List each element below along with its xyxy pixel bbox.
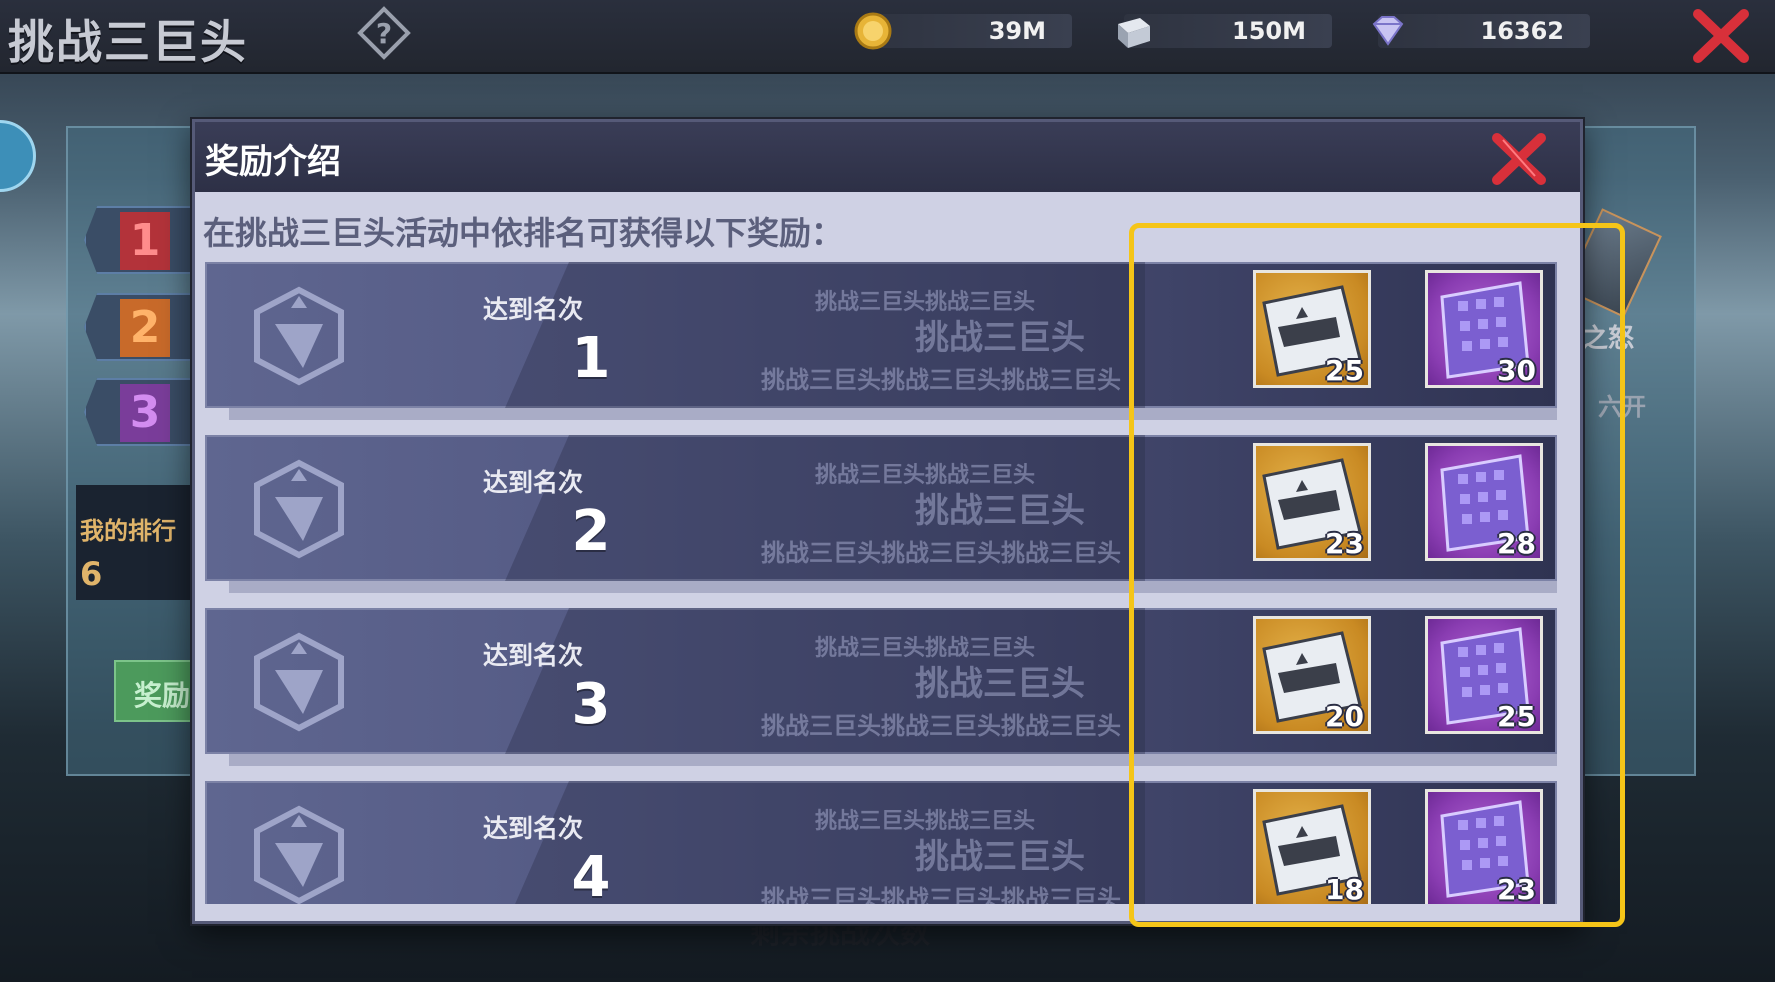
dialog-title: 奖励介绍 [205, 142, 341, 182]
reward-row: 挑战三巨头挑战三巨头 挑战三巨头 挑战三巨头挑战三巨头挑战三巨头 达到名次 1 … [205, 262, 1557, 420]
reward-row: 挑战三巨头挑战三巨头 挑战三巨头 挑战三巨头挑战三巨头挑战三巨头 达到名次 3 … [205, 608, 1557, 766]
question-mark-diamond-icon[interactable]: ? [357, 6, 411, 60]
rank-number: 3 [571, 672, 611, 737]
row-watermark: 挑战三巨头挑战三巨头挑战三巨头 [761, 539, 1121, 567]
diamond-icon [1364, 8, 1410, 54]
svg-text:?: ? [376, 17, 392, 50]
row-watermark: 挑战三巨头 [915, 837, 1085, 877]
row-shadow [229, 754, 1557, 766]
rank-label: 达到名次 [483, 814, 584, 843]
tech-chip-reward[interactable]: 28 [1425, 443, 1543, 561]
reward-button[interactable]: 奖励 [114, 660, 204, 722]
tech-chip-reward[interactable]: 30 [1425, 270, 1543, 388]
dialog-description: 在挑战三巨头活动中依排名可获得以下奖励： [203, 214, 844, 252]
bg-rank-number: 2 [120, 299, 170, 357]
row-watermark: 挑战三巨头挑战三巨头挑战三巨头 [761, 712, 1121, 740]
tech-chip-reward[interactable]: 25 [1425, 616, 1543, 734]
reward-count: 30 [1497, 354, 1536, 387]
row-watermark: 挑战三巨头挑战三巨头挑战三巨头 [761, 885, 1121, 904]
row-watermark: 挑战三巨头挑战三巨头挑战三巨头 [761, 366, 1121, 394]
row-watermark: 挑战三巨头 [915, 664, 1085, 704]
bg-side-subtext: 六开 [1598, 393, 1646, 421]
reward-intro-dialog: 奖励介绍 在挑战三巨头活动中依排名可获得以下奖励： 挑战三巨头挑战三巨头 挑战三… [192, 119, 1583, 924]
side-globe-icon[interactable] [0, 120, 36, 192]
rank-emblem-icon [245, 282, 353, 390]
bg-rank-number: 3 [120, 384, 170, 442]
gold-value: 39M [988, 17, 1046, 45]
steel-value: 150M [1232, 17, 1306, 45]
blueprint-reward[interactable]: 20 [1253, 616, 1371, 734]
steel-ingot-icon [1110, 8, 1156, 54]
blueprint-reward[interactable]: 18 [1253, 789, 1371, 904]
rank-label: 达到名次 [483, 468, 584, 497]
steel-resource: 150M [1118, 14, 1332, 48]
reward-list: 挑战三巨头挑战三巨头 挑战三巨头 挑战三巨头挑战三巨头挑战三巨头 达到名次 1 … [205, 262, 1575, 904]
bg-rank-tab-3[interactable]: 3 [84, 378, 194, 446]
diamond-value: 16362 [1480, 17, 1565, 45]
reward-count: 23 [1497, 873, 1536, 904]
bg-rank-tab-1[interactable]: 1 [84, 206, 194, 274]
close-icon[interactable] [1489, 128, 1549, 188]
diamond-resource: 16362 [1372, 14, 1590, 48]
top-bar: 挑战三巨头 ? 39M 150M 16362 [0, 0, 1775, 74]
my-rank-value: 6 [80, 555, 103, 593]
my-rank-label: 我的排行 [80, 517, 176, 545]
reward-count: 23 [1325, 527, 1364, 560]
close-icon[interactable] [1690, 6, 1752, 66]
bg-side-text: 之怒 [1582, 324, 1635, 354]
blueprint-reward[interactable]: 25 [1253, 270, 1371, 388]
rank-emblem-icon [245, 455, 353, 563]
gold-coin-icon [850, 8, 896, 54]
reward-count: 18 [1325, 873, 1364, 904]
bg-rank-tab-2[interactable]: 2 [84, 293, 194, 361]
rank-number: 4 [571, 845, 611, 904]
my-rank-panel: 我的排行 6 [76, 485, 196, 600]
bg-rank-number: 1 [120, 212, 170, 270]
row-watermark: 挑战三巨头 [915, 491, 1085, 531]
rank-number: 1 [571, 326, 611, 391]
rank-label: 达到名次 [483, 295, 584, 324]
reward-row: 挑战三巨头挑战三巨头 挑战三巨头 挑战三巨头挑战三巨头挑战三巨头 达到名次 2 … [205, 435, 1557, 593]
reward-count: 25 [1325, 354, 1364, 387]
dialog-header: 奖励介绍 [195, 122, 1580, 192]
rank-number: 2 [571, 499, 611, 564]
row-shadow [229, 581, 1557, 593]
tech-chip-reward[interactable]: 23 [1425, 789, 1543, 904]
reward-count: 28 [1497, 527, 1536, 560]
rank-label: 达到名次 [483, 641, 584, 670]
reward-row: 挑战三巨头挑战三巨头 挑战三巨头 挑战三巨头挑战三巨头挑战三巨头 达到名次 4 … [205, 781, 1557, 904]
reward-count: 20 [1325, 700, 1364, 733]
rank-emblem-icon [245, 628, 353, 736]
row-watermark: 挑战三巨头 [915, 318, 1085, 358]
page-title: 挑战三巨头 [8, 15, 248, 69]
reward-count: 25 [1497, 700, 1536, 733]
rank-emblem-icon [245, 801, 353, 904]
gold-resource: 39M [854, 12, 1072, 50]
blueprint-reward[interactable]: 23 [1253, 443, 1371, 561]
row-shadow [229, 408, 1557, 420]
